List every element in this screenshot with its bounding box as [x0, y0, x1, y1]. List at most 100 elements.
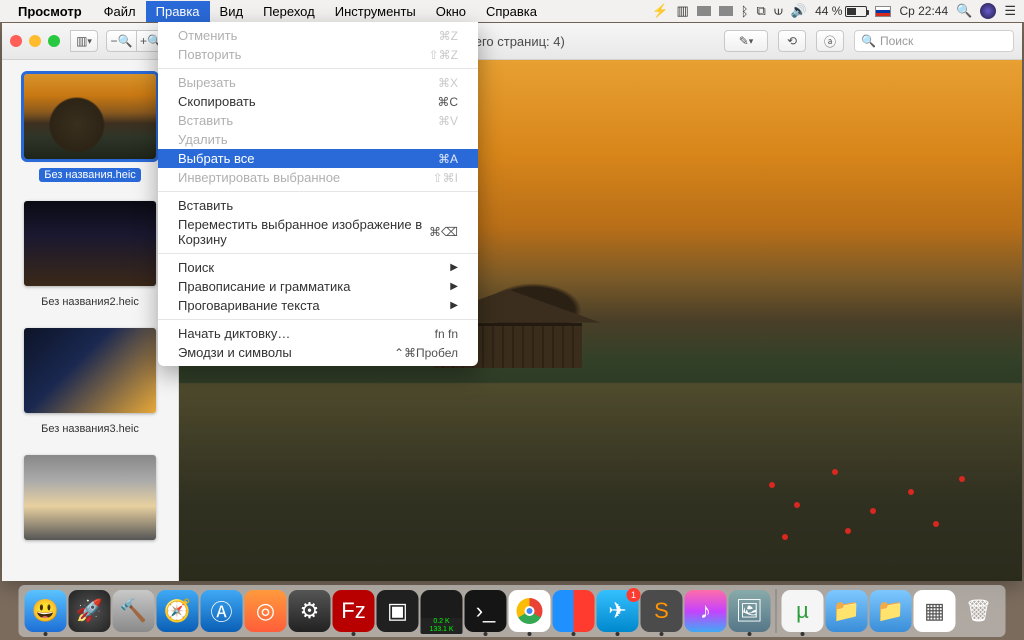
menu-undo: Отменить⌘Z — [158, 26, 478, 45]
edit-menu-dropdown: Отменить⌘Z Повторить⇧⌘Z Вырезать⌘X Скопи… — [158, 22, 478, 366]
dock-chrome[interactable] — [509, 590, 551, 632]
menu-move-to-trash[interactable]: Переместить выбранное изображение в Корз… — [158, 215, 478, 249]
thumbnail-item[interactable] — [10, 455, 170, 540]
search-placeholder: Поиск — [880, 34, 913, 48]
thumbnail-image[interactable] — [24, 201, 156, 286]
clock[interactable]: Ср 22:44 — [899, 4, 948, 18]
dock-launchpad[interactable]: 🚀 — [69, 590, 111, 632]
thumbnail-item[interactable]: Без названия.heic — [10, 74, 170, 183]
dock-filezilla[interactable]: Fz — [333, 590, 375, 632]
menu-start-dictation[interactable]: Начать диктовку…fn fn — [158, 324, 478, 343]
menu-spelling[interactable]: Правописание и грамматика▶ — [158, 277, 478, 296]
zoom-button[interactable] — [48, 35, 60, 47]
menu-separator — [158, 191, 478, 192]
script-icon[interactable]: ⚡ — [652, 3, 668, 19]
thumbnail-item[interactable]: Без названия2.heic — [10, 201, 170, 310]
input-source-flag[interactable] — [875, 6, 891, 17]
thumbnail-sidebar[interactable]: Без названия.heic Без названия2.heic Без… — [2, 60, 179, 581]
zoom-segment: −🔍 +🔍 — [106, 30, 166, 52]
menubar-right: ⚡ ▥ ᛒ ⧉ ⟒ 🔊 44 % Ср 22:44 🔍 ☰ — [652, 3, 1016, 19]
wifi-icon[interactable]: ⟒ — [774, 3, 783, 19]
menu-edit[interactable]: Правка — [146, 1, 210, 22]
menu-separator — [158, 319, 478, 320]
menu-delete: Удалить — [158, 130, 478, 149]
rotate-button[interactable]: ⟲ — [778, 30, 806, 52]
dropbox-icon[interactable]: ⧉ — [757, 3, 766, 19]
image-content-foreground — [744, 430, 997, 560]
dock-preview[interactable]: 🖼 — [729, 590, 771, 632]
battery-percent: 44 % — [815, 4, 842, 18]
menu-select-all[interactable]: Выбрать все⌘A — [158, 149, 478, 168]
app-name[interactable]: Просмотр — [18, 4, 82, 19]
menu-go[interactable]: Переход — [253, 1, 325, 22]
menubar: Просмотр Файл Правка Вид Переход Инструм… — [0, 0, 1024, 22]
dock-iterm[interactable]: ›_ — [465, 590, 507, 632]
menu-paste: Вставить⌘V — [158, 111, 478, 130]
dock-telegram[interactable]: ✈1 — [597, 590, 639, 632]
dock-app-hammer[interactable]: 🔨 — [113, 590, 155, 632]
dock-safari[interactable]: 🧭 — [157, 590, 199, 632]
menu-invert-selection: Инвертировать выбранное⇧⌘I — [158, 168, 478, 187]
menu-redo: Повторить⇧⌘Z — [158, 45, 478, 64]
menu-insert[interactable]: Вставить — [158, 196, 478, 215]
thumbnail-image[interactable] — [24, 455, 156, 540]
badge: 1 — [627, 588, 641, 602]
minimize-button[interactable] — [29, 35, 41, 47]
dock-separator — [776, 589, 777, 633]
menu-help[interactable]: Справка — [476, 1, 547, 22]
menu-view[interactable]: Вид — [210, 1, 254, 22]
battery-status[interactable]: 44 % — [815, 4, 867, 18]
chevron-right-icon: ▶ — [450, 281, 458, 292]
thumbnail-item[interactable]: Без названия3.heic — [10, 328, 170, 437]
dock-folder-2[interactable]: 📁 — [870, 590, 912, 632]
chevron-right-icon: ▶ — [450, 300, 458, 311]
thumbnail-label: Без названия3.heic — [36, 422, 144, 436]
titlebar: ▥ ▾ −🔍 +🔍 ⇪ (документов: 4, всего страни… — [2, 23, 1022, 60]
search-icon: 🔍 — [861, 34, 876, 48]
sidebar-view-button[interactable]: ▥ ▾ — [70, 30, 98, 52]
displays-icon[interactable]: ▥ — [676, 3, 688, 19]
menu-tools[interactable]: Инструменты — [325, 1, 426, 22]
dock-finder[interactable]: 😃 — [25, 590, 67, 632]
search-field[interactable]: 🔍 Поиск — [854, 30, 1014, 52]
menu-cut: Вырезать⌘X — [158, 73, 478, 92]
dock-itunes[interactable]: ♪ — [685, 590, 727, 632]
annotate-button[interactable]: ⓐ — [816, 30, 844, 52]
thumbnail-label: Без названия.heic — [39, 168, 141, 182]
dock-system-preferences[interactable]: ⚙ — [289, 590, 331, 632]
dock-app-screen[interactable]: ▣ — [377, 590, 419, 632]
notification-center-icon[interactable]: ☰ — [1004, 3, 1016, 19]
zoom-out-button[interactable]: −🔍 — [106, 30, 136, 52]
menu-emoji[interactable]: Эмодзи и символы⌃⌘Пробел — [158, 343, 478, 362]
thumbnail-image[interactable] — [24, 74, 156, 159]
menu-separator — [158, 68, 478, 69]
siri-icon[interactable] — [980, 3, 996, 19]
menu-find[interactable]: Поиск▶ — [158, 258, 478, 277]
status-icon-1[interactable] — [697, 6, 711, 16]
dock-utorrent[interactable]: µ — [782, 590, 824, 632]
spotlight-icon[interactable]: 🔍 — [956, 3, 972, 19]
bluetooth-icon[interactable]: ᛒ — [741, 4, 749, 19]
window-controls — [10, 35, 60, 47]
dock-stack[interactable]: ▦ — [914, 590, 956, 632]
dock-parallels[interactable] — [553, 590, 595, 632]
thumbnail-label: Без названия2.heic — [36, 295, 144, 309]
dock-sublime[interactable]: S — [641, 590, 683, 632]
menu-file[interactable]: Файл — [94, 1, 146, 22]
thumbnail-image[interactable] — [24, 328, 156, 413]
dock-folder-1[interactable]: 📁 — [826, 590, 868, 632]
menu-copy[interactable]: Скопировать⌘C — [158, 92, 478, 111]
menu-speech[interactable]: Проговаривание текста▶ — [158, 296, 478, 315]
status-icon-2[interactable] — [719, 6, 733, 16]
view-mode-segment: ▥ ▾ — [70, 30, 98, 52]
dock-app-orange[interactable]: ◎ — [245, 590, 287, 632]
menu-window[interactable]: Окно — [426, 1, 476, 22]
dock-trash[interactable]: 🗑 — [958, 590, 1000, 632]
markup-button[interactable]: ✎ ▾ — [724, 30, 768, 52]
dock-network-monitor[interactable]: 0.2 K133.1 K — [421, 590, 463, 632]
volume-icon[interactable]: 🔊 — [791, 3, 807, 19]
dock-appstore[interactable]: Ⓐ — [201, 590, 243, 632]
preview-window: ▥ ▾ −🔍 +🔍 ⇪ (документов: 4, всего страни… — [2, 23, 1022, 581]
dock: 😃 🚀 🔨 🧭 Ⓐ ◎ ⚙ Fz ▣ 0.2 K133.1 K ›_ ✈1 S … — [19, 585, 1006, 637]
close-button[interactable] — [10, 35, 22, 47]
